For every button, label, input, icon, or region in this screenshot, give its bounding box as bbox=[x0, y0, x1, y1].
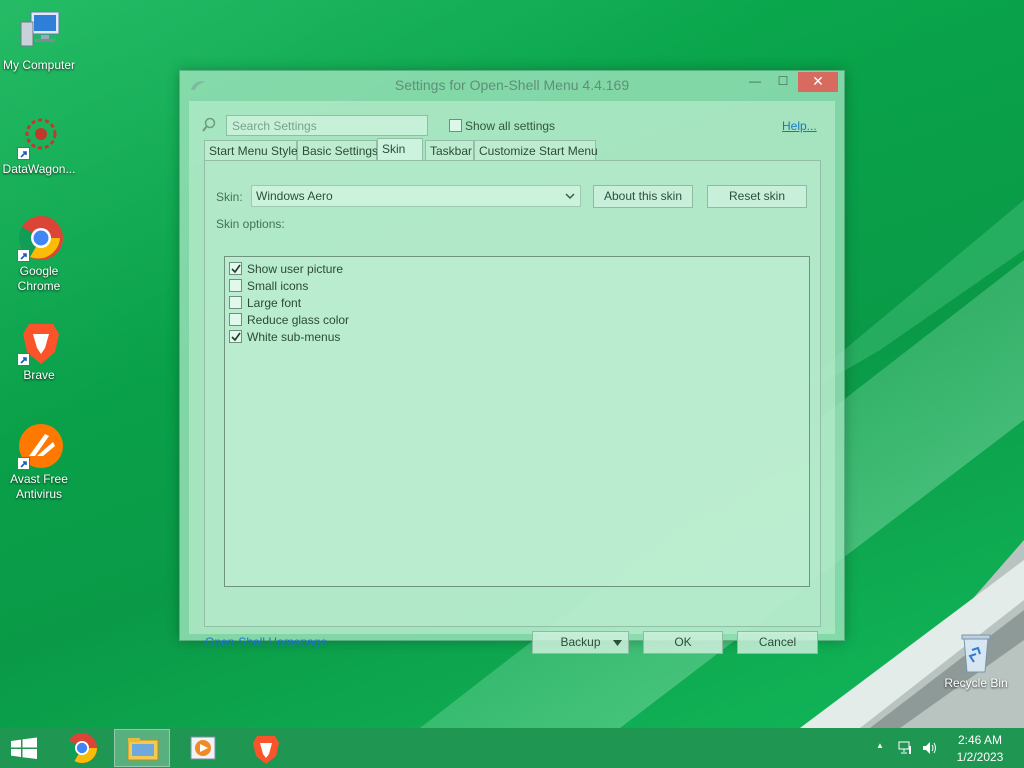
skin-options-label: Skin options: bbox=[216, 217, 285, 231]
option-reduce-glass-color[interactable]: Reduce glass color bbox=[229, 312, 349, 329]
option-label: Small icons bbox=[247, 278, 309, 293]
desktop-icon-label: Google Chrome bbox=[17, 264, 61, 293]
checkbox-unchecked[interactable] bbox=[229, 279, 242, 293]
tab-taskbar[interactable]: Taskbar bbox=[425, 140, 474, 160]
shortcut-arrow-icon bbox=[17, 147, 30, 160]
desktop-icon-label: DataWagon... bbox=[2, 162, 76, 176]
option-large-font[interactable]: Large font bbox=[229, 295, 301, 312]
search-icon bbox=[202, 117, 216, 132]
start-button[interactable] bbox=[0, 729, 48, 767]
network-icon[interactable] bbox=[898, 740, 914, 756]
checkbox-unchecked[interactable] bbox=[229, 313, 242, 327]
maximize-button[interactable]: ☐ bbox=[770, 72, 796, 92]
option-label: Show user picture bbox=[247, 261, 344, 276]
recycle-bin-icon bbox=[956, 632, 996, 674]
option-show-user-picture[interactable]: Show user picture bbox=[229, 261, 343, 278]
checkmark-icon bbox=[231, 332, 241, 342]
skin-dropdown[interactable]: Windows Aero bbox=[251, 185, 581, 207]
desktop-icon-my-computer[interactable]: My Computer bbox=[0, 8, 78, 73]
chevron-down-icon bbox=[565, 193, 575, 200]
avast-icon bbox=[15, 422, 63, 470]
checkmark-icon bbox=[231, 264, 241, 274]
tray-overflow-icon[interactable]: ▲ bbox=[876, 741, 884, 750]
chrome-icon bbox=[66, 733, 97, 764]
skin-label: Skin: bbox=[216, 190, 243, 204]
shortcut-arrow-icon bbox=[17, 457, 30, 470]
taskbar: ▲ 2:46 AM 1/2/2023 bbox=[0, 728, 1024, 768]
checkbox-checked[interactable] bbox=[229, 330, 242, 344]
desktop-icon-datawagon[interactable]: DataWagon... bbox=[0, 112, 78, 177]
media-player-icon bbox=[190, 736, 216, 760]
search-settings-input[interactable]: Search Settings bbox=[226, 115, 428, 136]
option-label: Reduce glass color bbox=[247, 312, 350, 327]
desktop: My Computer DataWagon... Google Chrome B… bbox=[0, 0, 1024, 728]
show-all-settings-checkbox[interactable]: Show all settings bbox=[449, 118, 555, 133]
option-white-sub-menus[interactable]: White sub-menus bbox=[229, 329, 340, 346]
ok-button[interactable]: OK bbox=[643, 631, 723, 654]
desktop-icon-label: Avast Free Antivirus bbox=[10, 472, 68, 501]
datawagon-icon bbox=[15, 112, 63, 160]
reset-skin-button[interactable]: Reset skin bbox=[707, 185, 807, 208]
about-this-skin-button[interactable]: About this skin bbox=[593, 185, 693, 208]
clock-date[interactable]: 1/2/2023 bbox=[945, 750, 1015, 764]
desktop-icon-google-chrome[interactable]: Google Chrome bbox=[0, 214, 78, 294]
taskbar-media-player[interactable] bbox=[175, 729, 231, 767]
minimize-button[interactable]: — bbox=[742, 72, 768, 92]
close-button[interactable]: ✕ bbox=[798, 72, 838, 92]
show-all-settings-label: Show all settings bbox=[465, 118, 556, 133]
desktop-icon-brave[interactable]: Brave bbox=[0, 318, 78, 383]
desktop-icon-label: Brave bbox=[23, 368, 55, 382]
brave-icon bbox=[253, 736, 279, 764]
desktop-icon-recycle-bin[interactable]: Recycle Bin bbox=[937, 632, 1015, 691]
skin-dropdown-value: Windows Aero bbox=[256, 189, 333, 203]
taskbar-file-explorer[interactable] bbox=[114, 729, 170, 767]
shortcut-arrow-icon bbox=[17, 249, 30, 262]
brave-icon bbox=[15, 318, 63, 366]
dialog-client-area: Search Settings Show all settings Help..… bbox=[189, 101, 835, 654]
open-shell-homepage-link[interactable]: Open-Shell Homepage bbox=[205, 635, 327, 649]
start-icon bbox=[11, 737, 37, 759]
volume-icon[interactable] bbox=[921, 740, 939, 756]
tab-customize-start-menu[interactable]: Customize Start Menu bbox=[474, 140, 598, 160]
caret-down-icon bbox=[613, 640, 622, 646]
checkbox-unchecked[interactable] bbox=[229, 296, 242, 310]
tab-basic-settings[interactable]: Basic Settings bbox=[297, 140, 378, 160]
clock-time[interactable]: 2:46 AM bbox=[945, 733, 1015, 747]
cancel-button[interactable]: Cancel bbox=[737, 631, 818, 654]
taskbar-brave[interactable] bbox=[238, 729, 294, 767]
tab-start-menu-style[interactable]: Start Menu Style bbox=[204, 140, 298, 160]
title-bar[interactable]: Settings for Open-Shell Menu 4.4.169 — ☐… bbox=[180, 71, 844, 101]
help-link[interactable]: Help... bbox=[782, 119, 817, 133]
desktop-icon-label: Recycle Bin bbox=[944, 676, 1008, 690]
taskbar-chrome[interactable] bbox=[55, 729, 111, 767]
file-explorer-icon bbox=[127, 738, 159, 761]
option-label: Large font bbox=[247, 295, 302, 310]
chrome-icon bbox=[15, 214, 63, 262]
desktop-icon-avast[interactable]: Avast Free Antivirus bbox=[0, 422, 78, 502]
backup-button-label: Backup bbox=[560, 635, 601, 649]
desktop-icon-label: My Computer bbox=[2, 58, 76, 72]
checkbox-checked[interactable] bbox=[229, 262, 242, 276]
backup-button[interactable]: Backup bbox=[532, 631, 629, 654]
tab-skin[interactable]: Skin bbox=[377, 138, 423, 161]
option-small-icons[interactable]: Small icons bbox=[229, 278, 308, 295]
shortcut-arrow-icon bbox=[17, 353, 30, 366]
settings-dialog: Settings for Open-Shell Menu 4.4.169 — ☐… bbox=[179, 70, 845, 654]
computer-icon bbox=[15, 8, 63, 56]
option-label: White sub-menus bbox=[247, 329, 341, 344]
skin-options-list: Show user picture Small icons Large font… bbox=[224, 256, 810, 587]
checkbox-box[interactable] bbox=[449, 119, 462, 133]
